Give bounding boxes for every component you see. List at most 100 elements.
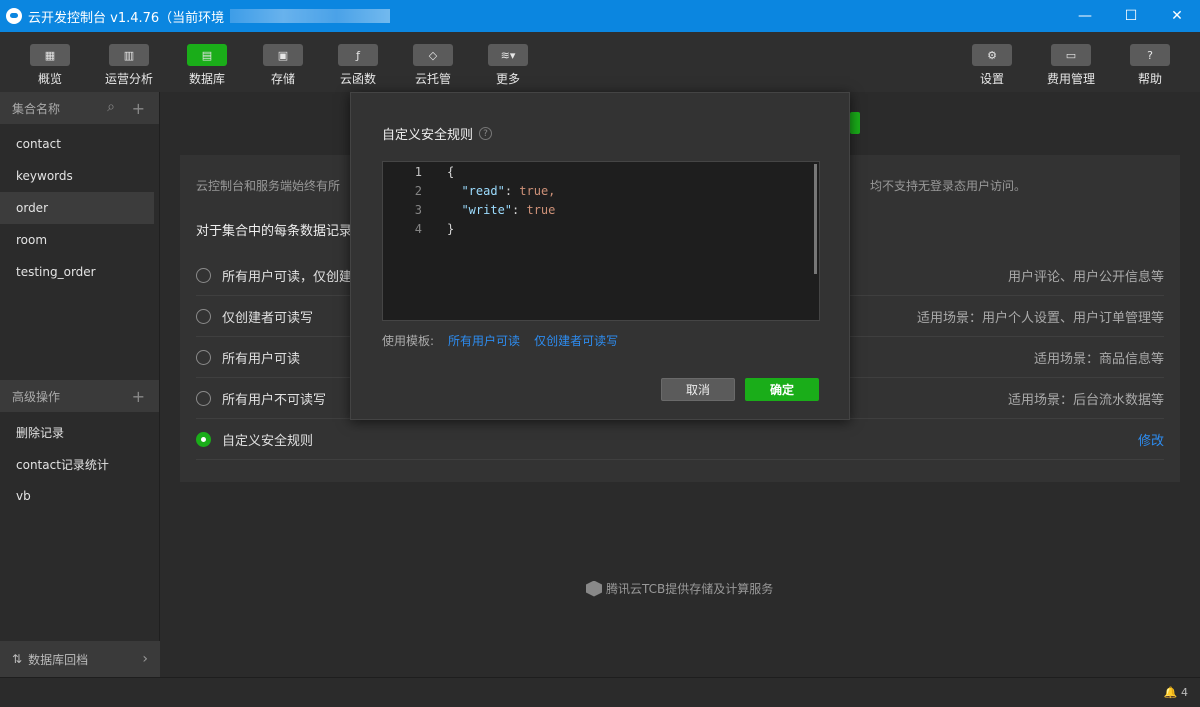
radio-button-selected[interactable]	[196, 431, 211, 447]
minimize-button[interactable]: —	[1062, 0, 1108, 32]
advanced-item-delete-records[interactable]: 删除记录	[0, 416, 159, 448]
database-rollback-button[interactable]: ⇅ 数据库回档 ›	[0, 641, 160, 677]
tool-cloudrun[interactable]: ◇ 云托管	[403, 32, 463, 92]
rollback-icon: ⇅	[12, 652, 23, 666]
gear-icon: ⚙	[972, 44, 1012, 66]
code-line: 4 }	[383, 219, 454, 238]
confirm-button[interactable]: 确定	[745, 378, 819, 401]
tool-label: 数据库	[188, 72, 225, 86]
advanced-list: 删除记录 contact记录统计 vb	[0, 416, 159, 512]
close-button[interactable]: ✕	[1154, 0, 1200, 32]
powered-by-text: 腾讯云TCB提供存储及计算服务	[606, 582, 774, 596]
collection-item-room[interactable]: room	[0, 224, 159, 256]
code-line: 2 "read": true,	[383, 181, 556, 200]
custom-rule-dialog: 自定义安全规则 ? 1 { 2 "read": true, 3 "write":…	[350, 92, 850, 420]
code-line: 3 "write": true	[383, 200, 556, 219]
window-title: 云开发控制台 v1.4.76（当前环境	[28, 10, 225, 26]
editor-scrollbar[interactable]	[814, 164, 817, 274]
environment-name-redacted	[230, 9, 391, 23]
title-bar: 云开发控制台 v1.4.76（当前环境 — ☐ ✕	[0, 0, 1200, 32]
radio-button[interactable]	[196, 308, 211, 324]
help-icon[interactable]: ?	[479, 127, 493, 140]
radio-button[interactable]	[196, 267, 211, 283]
radio-button[interactable]	[196, 390, 211, 406]
option-hint: 适用场景：用户个人设置、用户订单管理等	[916, 310, 1164, 326]
template-row: 使用模板: 所有用户可读 仅创建者可读写	[382, 332, 632, 349]
cube-icon: ◇	[413, 44, 453, 66]
template-link-creator-rw[interactable]: 仅创建者可读写	[534, 332, 618, 349]
tool-label: 费用管理	[1046, 72, 1095, 86]
tool-analytics[interactable]: ▥ 运营分析	[99, 32, 159, 92]
template-label: 使用模板:	[382, 334, 435, 348]
option-label: 所有用户可读	[222, 351, 301, 367]
collection-item-keywords[interactable]: keywords	[0, 160, 159, 192]
option-label: 仅创建者可读写	[222, 310, 314, 326]
permission-description: 云控制台和服务端始终有所	[196, 179, 341, 193]
edit-link[interactable]: 修改	[1138, 430, 1164, 449]
rule-code-editor[interactable]: 1 { 2 "read": true, 3 "write": true 4 }	[382, 161, 820, 321]
billing-icon: ▭	[1051, 44, 1091, 66]
maximize-button[interactable]: ☐	[1108, 0, 1154, 32]
option-hint: 用户评论、用户公开信息等	[1007, 269, 1164, 285]
option-hint: 适用场景：后台流水数据等	[1007, 392, 1164, 408]
line-number: 3	[414, 202, 422, 217]
code-text: "write": true	[461, 202, 556, 217]
advanced-item-vb[interactable]: vb	[0, 480, 159, 512]
add-operation-icon[interactable]: +	[132, 387, 145, 406]
notifications-button[interactable]: 🔔 4	[1164, 686, 1188, 699]
tool-label: 存储	[270, 72, 295, 86]
rollback-label: 数据库回档	[28, 652, 89, 667]
code-text: {	[447, 164, 455, 179]
tool-overview[interactable]: ▦ 概览	[20, 32, 80, 92]
code-key: "write"	[461, 202, 513, 217]
function-icon: ƒ	[338, 44, 378, 66]
code-text: }	[447, 221, 455, 236]
tool-database[interactable]: ▤ 数据库	[177, 32, 237, 92]
status-bar: 🔔 4	[0, 677, 1200, 707]
collection-item-testing-order[interactable]: testing_order	[0, 256, 159, 288]
code-value: true,	[519, 183, 556, 198]
tool-label: 运营分析	[104, 72, 153, 86]
tool-help[interactable]: ? 帮助	[1120, 32, 1180, 92]
code-text: "read": true,	[461, 183, 556, 198]
permission-heading: 对于集合中的每条数据记录	[196, 224, 353, 239]
radio-button[interactable]	[196, 349, 211, 365]
code-key: "read"	[461, 183, 505, 198]
tool-label: 更多	[495, 72, 520, 86]
line-number: 4	[414, 221, 422, 236]
template-link-all-read[interactable]: 所有用户可读	[448, 332, 520, 349]
collection-item-order[interactable]: order	[0, 192, 154, 224]
permission-description-right: 均不支持无登录态用户访问。	[870, 179, 1027, 193]
option-label: 所有用户可读，仅创建	[222, 269, 353, 285]
powered-by: 腾讯云TCB提供存储及计算服务	[586, 580, 773, 597]
tool-more[interactable]: ≋▾ 更多	[478, 32, 538, 92]
advanced-header: 高级操作 +	[0, 380, 159, 412]
permission-option-custom[interactable]: 自定义安全规则 修改	[196, 419, 1164, 460]
notification-count: 4	[1181, 686, 1188, 699]
tencent-cloud-logo-icon	[586, 580, 602, 597]
tool-storage[interactable]: ▣ 存储	[253, 32, 313, 92]
tool-settings[interactable]: ⚙ 设置	[962, 32, 1022, 92]
disk-icon: ▣	[263, 44, 303, 66]
tool-functions[interactable]: ƒ 云函数	[328, 32, 388, 92]
tool-label: 概览	[37, 72, 62, 86]
collections-header-label: 集合名称	[12, 101, 61, 116]
chevron-right-icon: ›	[142, 651, 148, 667]
option-hint: 适用场景：商品信息等	[1033, 351, 1164, 367]
advanced-item-contact-stats[interactable]: contact记录统计	[0, 448, 159, 480]
add-collection-icon[interactable]: +	[132, 99, 145, 118]
grid-icon: ▦	[30, 44, 70, 66]
hidden-action-button[interactable]	[850, 112, 860, 134]
sidebar: 集合名称 ⌕ + contact keywords order room tes…	[0, 92, 160, 677]
tool-label: 云函数	[339, 72, 376, 86]
line-number: 1	[414, 164, 422, 179]
main-toolbar: ▦ 概览 ▥ 运营分析 ▤ 数据库 ▣ 存储 ƒ 云函数 ◇ 云托管 ≋▾ 更多…	[0, 32, 1200, 92]
layers-icon: ≋▾	[488, 44, 528, 66]
search-icon[interactable]: ⌕	[107, 99, 115, 115]
option-label: 自定义安全规则	[222, 433, 314, 449]
dialog-title: 自定义安全规则 ?	[382, 124, 493, 143]
collection-item-contact[interactable]: contact	[0, 128, 159, 160]
line-number: 2	[414, 183, 422, 198]
tool-billing[interactable]: ▭ 费用管理	[1041, 32, 1101, 92]
cancel-button[interactable]: 取消	[661, 378, 735, 401]
